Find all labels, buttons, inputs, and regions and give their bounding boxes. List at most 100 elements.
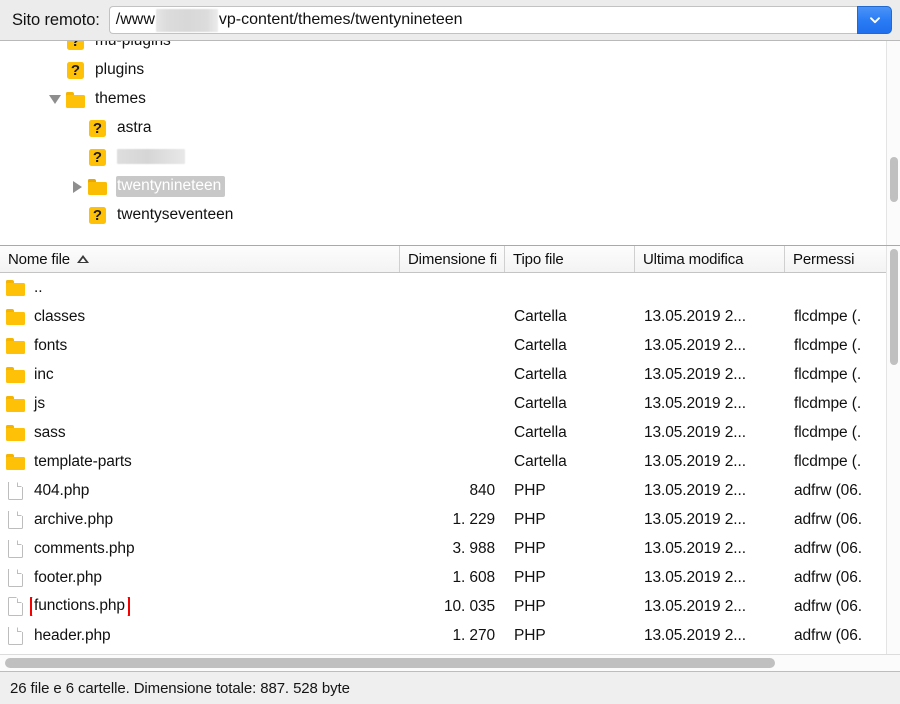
file-icon: [6, 597, 26, 616]
tree-item-label: mu-plugins: [94, 41, 175, 52]
tree-item[interactable]: themes: [0, 85, 886, 114]
file-name-highlighted: functions.php: [30, 597, 130, 616]
cell-size: 1. 229: [452, 510, 496, 528]
cell-type: PHP: [514, 539, 546, 557]
cell-type: Cartella: [514, 307, 567, 325]
question-folder-icon: ?: [88, 149, 108, 166]
tree-item-label: astra: [117, 119, 152, 136]
column-header-label: Dimensione fi: [408, 250, 497, 268]
cell-type: PHP: [514, 481, 546, 499]
file-list-body[interactable]: .. classes Cartella 13.05.2019 2... flcdmpe …: [0, 273, 900, 654]
tree-scrollbar-thumb[interactable]: [890, 157, 898, 202]
file-icon: [6, 481, 26, 500]
column-header-label: Tipo file: [513, 250, 564, 268]
cell-permissions: adfrw (06.: [794, 539, 862, 557]
column-header-label: Nome file: [8, 250, 71, 268]
file-list-header[interactable]: Nome file Dimensione fi Tipo file Ultima mo…: [0, 246, 900, 273]
column-header-type[interactable]: Tipo file: [505, 246, 635, 272]
tree-item-label: plugins: [95, 61, 145, 78]
tree-twisty[interactable]: [66, 180, 88, 193]
column-header-perm[interactable]: Permessi: [785, 246, 886, 272]
tree-item[interactable]: ? mu-plugins: [0, 41, 886, 56]
tree-item[interactable]: twentynineteen: [0, 172, 886, 201]
tree-vertical-scrollbar[interactable]: [886, 41, 900, 245]
column-header-label: Permessi: [793, 250, 855, 268]
file-list-row[interactable]: js Cartella 13.05.2019 2... flcdmpe (.: [0, 389, 886, 418]
file-name: archive.php: [34, 510, 114, 528]
tree-twisty[interactable]: [44, 95, 66, 104]
cell-name: inc: [0, 366, 400, 384]
remote-site-label: Sito remoto:: [12, 10, 100, 29]
cell-type: PHP: [514, 626, 546, 644]
column-header-label: Ultima modifica: [643, 250, 744, 268]
file-list-row[interactable]: footer.php 1. 608 PHP 13.05.2019 2... adfrw …: [0, 563, 886, 592]
chevron-right-icon: [72, 180, 82, 193]
cell-permissions: flcdmpe (.: [794, 394, 862, 412]
file-name: classes: [34, 307, 85, 325]
column-header-mod[interactable]: Ultima modifica: [635, 246, 785, 272]
file-list-row[interactable]: header.php 1. 270 PHP 13.05.2019 2... adfrw …: [0, 621, 886, 650]
file-name: fonts: [34, 336, 68, 354]
cell-modified: 13.05.2019 2...: [644, 568, 746, 586]
file-list-row[interactable]: inc Cartella 13.05.2019 2... flcdmpe (.: [0, 360, 886, 389]
file-list-hscrollbar-thumb[interactable]: [5, 658, 775, 668]
tree-item[interactable]: ? plugins: [0, 56, 886, 85]
remote-path-combobox[interactable]: /www vp-content/themes/twentynineteen: [108, 6, 892, 34]
file-icon: [6, 510, 26, 529]
cell-type: PHP: [514, 597, 546, 615]
chevron-down-icon: [869, 17, 880, 24]
file-list-row[interactable]: 404.php 840 PHP 13.05.2019 2... adfrw (06.: [0, 476, 886, 505]
cell-type: PHP: [514, 568, 546, 586]
cell-permissions: flcdmpe (.: [794, 307, 862, 325]
column-header-size[interactable]: Dimensione fi: [400, 246, 505, 272]
column-header-name[interactable]: Nome file: [0, 246, 400, 272]
cell-name: 404.php: [0, 481, 400, 500]
chevron-down-icon: [49, 95, 61, 104]
cell-size: 840: [469, 481, 495, 499]
file-list-row[interactable]: fonts Cartella 13.05.2019 2... flcdmpe (.: [0, 331, 886, 360]
file-list-row[interactable]: comments.php 3. 988 PHP 13.05.2019 2... adfr…: [0, 534, 886, 563]
folder-icon: [6, 424, 26, 441]
cell-modified: 13.05.2019 2...: [644, 307, 746, 325]
cell-name: fonts: [0, 337, 400, 355]
file-list-row[interactable]: ..: [0, 273, 886, 302]
remote-path-input[interactable]: /www vp-content/themes/twentynineteen: [108, 6, 857, 34]
file-list-row[interactable]: archive.php 1. 229 PHP 13.05.2019 2... adfrw…: [0, 505, 886, 534]
cell-type: Cartella: [514, 336, 567, 354]
remote-path-dropdown-button[interactable]: [857, 6, 892, 34]
tree-item-label: themes: [95, 90, 146, 107]
file-name: header.php: [34, 626, 111, 644]
file-icon: [6, 626, 26, 645]
file-list-row[interactable]: functions.php 10. 035 PHP 13.05.2019 2... ad…: [0, 592, 886, 621]
cell-name: archive.php: [0, 510, 400, 529]
file-list-row[interactable]: sass Cartella 13.05.2019 2... flcdmpe (.: [0, 418, 886, 447]
file-name: 404.php: [34, 481, 90, 499]
remote-site-toolbar: Sito remoto: /www vp-content/themes/twent…: [0, 0, 900, 41]
folder-icon: [6, 395, 26, 412]
folder-icon: [6, 337, 26, 354]
tree-item[interactable]: ? twentyseventeen: [0, 201, 886, 230]
status-bar: 26 file e 6 cartelle. Dimensione totale:…: [0, 671, 900, 704]
cell-modified: 13.05.2019 2...: [644, 539, 746, 557]
remote-file-list[interactable]: Nome file Dimensione fi Tipo file Ultima mo…: [0, 246, 900, 671]
file-list-row[interactable]: classes Cartella 13.05.2019 2... flcdmpe (.: [0, 302, 886, 331]
cell-permissions: adfrw (06.: [794, 568, 862, 586]
file-list-row[interactable]: template-parts Cartella 13.05.2019 2... flc…: [0, 447, 886, 476]
cell-size: 3. 988: [452, 539, 496, 557]
tree-item[interactable]: ?: [0, 143, 886, 172]
file-name: sass: [34, 423, 66, 441]
file-icon: [6, 568, 26, 587]
tree-item[interactable]: ? astra: [0, 114, 886, 143]
folder-icon: [6, 279, 26, 296]
path-suffix-text: vp-content/themes/twentynineteen: [218, 11, 463, 28]
file-list-vertical-scrollbar[interactable]: [886, 246, 900, 654]
cell-type: Cartella: [514, 365, 567, 383]
remote-directory-tree[interactable]: ? mu-plugins ? plugins themes ? astra? twentyni…: [0, 41, 900, 246]
file-list-scrollbar-thumb[interactable]: [890, 249, 898, 365]
question-folder-icon: ?: [66, 41, 86, 50]
path-redacted-block: [155, 8, 218, 32]
cell-name: functions.php: [0, 597, 400, 616]
file-name: js: [34, 394, 45, 412]
file-list-horizontal-scrollbar[interactable]: [0, 654, 900, 671]
cell-modified: 13.05.2019 2...: [644, 394, 746, 412]
